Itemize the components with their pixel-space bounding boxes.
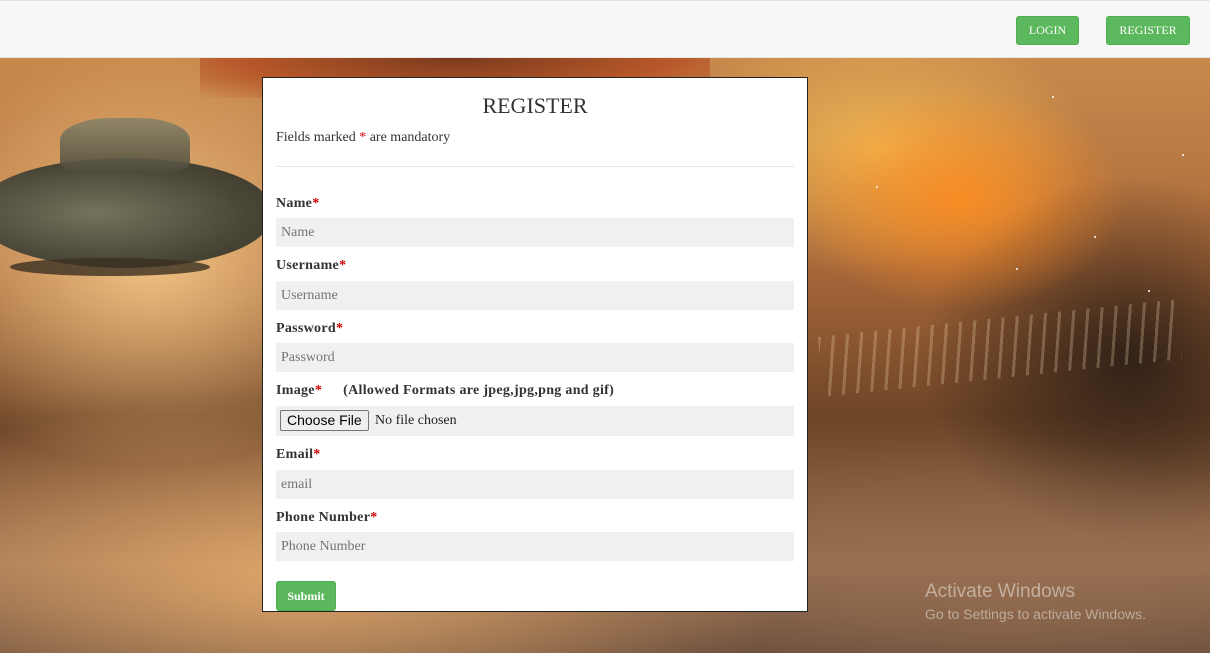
email-input[interactable] [276, 470, 794, 499]
image-format-hint: (Allowed Formats are jpeg,jpg,png and gi… [343, 383, 615, 398]
spaceship-tower [60, 118, 190, 173]
username-input[interactable] [276, 281, 794, 310]
password-label: Password* [276, 321, 343, 337]
password-input[interactable] [276, 343, 794, 372]
required-star: * [312, 196, 320, 211]
username-label-text: Username [276, 258, 340, 273]
star [1016, 268, 1018, 270]
image-file-field: Choose File No file chosen [276, 406, 794, 436]
header-divider [276, 166, 794, 167]
activate-windows-subtitle: Go to Settings to activate Windows. [925, 606, 1146, 622]
required-star: * [314, 383, 323, 398]
choose-file-button[interactable]: Choose File [280, 410, 369, 431]
register-form-card: REGISTER Fields marked * are mandatory N… [262, 77, 808, 612]
spaceship-body [0, 158, 270, 268]
top-navbar: LOGIN REGISTER [0, 0, 1210, 58]
phone-input[interactable] [276, 532, 794, 561]
submit-button[interactable]: Submit [276, 581, 336, 611]
password-label-text: Password [276, 321, 336, 336]
required-star: * [335, 321, 344, 336]
distant-fleet [817, 299, 1183, 397]
image-label-text: Image [276, 383, 315, 398]
mandatory-note-prefix: Fields marked [276, 130, 356, 145]
email-label-text: Email [276, 447, 314, 462]
star [1148, 290, 1150, 292]
image-label: Image* (Allowed Formats are jpeg,jpg,png … [276, 383, 614, 399]
mandatory-note: Fields marked * are mandatory [276, 130, 450, 146]
required-star: * [339, 258, 347, 273]
star [1182, 154, 1184, 156]
required-star: * [359, 130, 367, 145]
required-star: * [370, 510, 378, 525]
login-button[interactable]: LOGIN [1016, 16, 1079, 45]
phone-label-text: Phone Number [276, 510, 371, 525]
star [1052, 96, 1054, 98]
name-label-text: Name [276, 196, 313, 211]
name-input[interactable] [276, 218, 794, 247]
star [1094, 236, 1096, 238]
name-label: Name* [276, 196, 320, 212]
username-label: Username* [276, 258, 346, 274]
form-title: REGISTER [482, 93, 588, 118]
email-label: Email* [276, 447, 321, 463]
phone-label: Phone Number* [276, 510, 378, 526]
star [876, 186, 878, 188]
activate-windows-title: Activate Windows [925, 581, 1075, 602]
spaceship-underside [10, 258, 210, 276]
register-nav-button[interactable]: REGISTER [1106, 16, 1190, 45]
mandatory-note-suffix: are mandatory [369, 130, 451, 145]
file-status-text: No file chosen [375, 413, 457, 428]
required-star: * [313, 447, 321, 462]
